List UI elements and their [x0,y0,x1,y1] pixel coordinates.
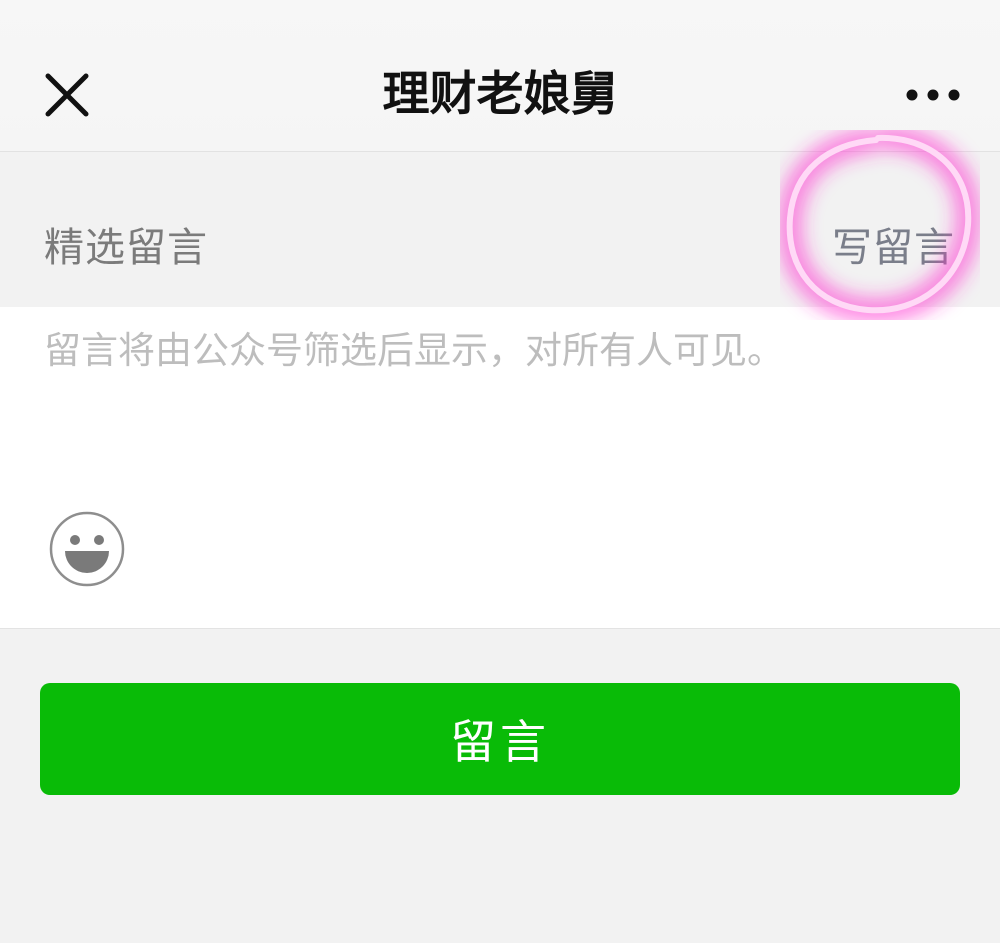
comment-section-header: 精选留言 写留言 [0,152,1000,307]
write-comment-link[interactable]: 写留言 [832,220,955,276]
more-button[interactable] [898,80,968,110]
section-title: 精选留言 [44,225,208,271]
more-dots-icon [906,89,960,101]
nav-bar: 理财老娘舅 [0,0,1000,152]
close-icon [45,73,89,117]
close-button[interactable] [40,68,94,122]
submit-comment-button[interactable]: 留言 [40,683,960,795]
comment-compose-area [0,307,1000,629]
page-title: 理财老娘舅 [382,67,618,122]
smiley-face-icon [49,511,125,587]
comment-input[interactable] [44,325,954,495]
emoji-button[interactable] [48,510,126,588]
